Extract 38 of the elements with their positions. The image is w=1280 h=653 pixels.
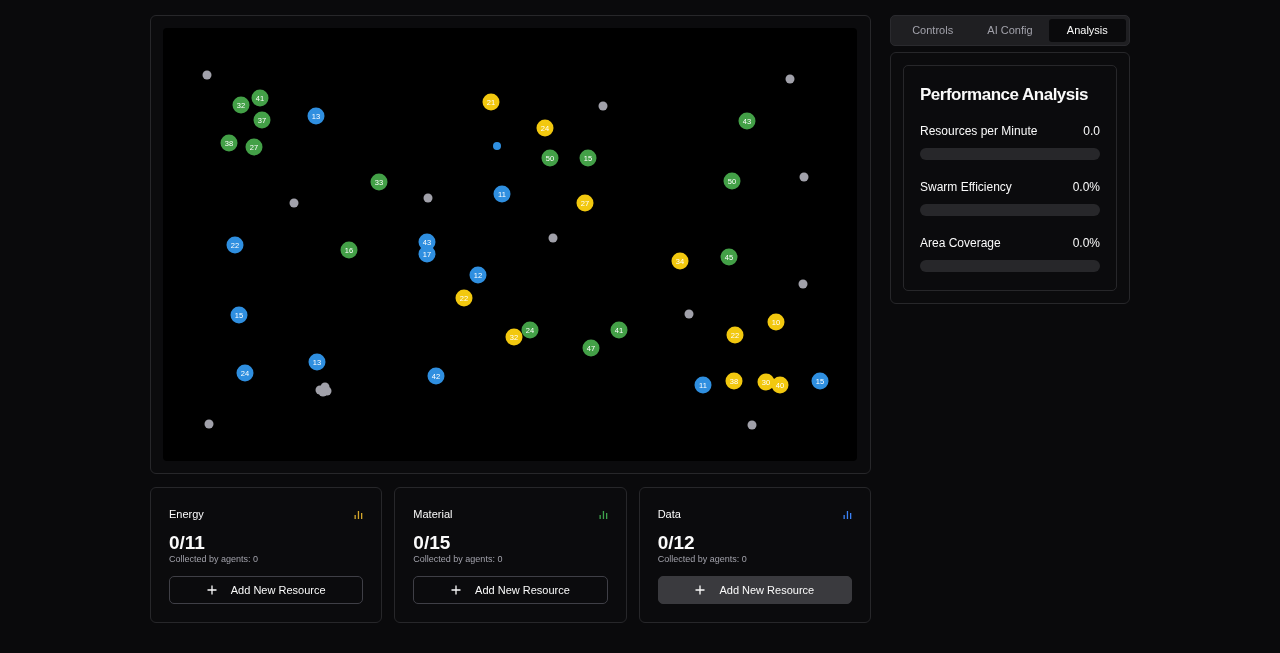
add-resource-button[interactable]: Add New Resource [413,575,608,604]
agent-dot [785,74,795,84]
agent-dot [204,419,214,429]
metric-value: 0.0% [1072,178,1100,196]
agent-dot [548,233,558,243]
agent-cluster [315,382,332,397]
agent-dot [684,309,694,319]
plus-icon [451,584,462,595]
panel-title: Performance Analysis [920,84,1089,106]
tab[interactable]: Controls [894,19,972,42]
agent-dot [799,172,809,182]
metric-label: Area Coverage [920,234,1001,252]
add-resource-button[interactable]: Add New Resource [169,575,364,604]
agent-dot [598,101,608,111]
metric-label: Swarm Efficiency [920,178,1012,196]
collected-text: Collected by agents: 0 [169,553,260,567]
metric-value: 0.0 [1083,122,1100,140]
collected-text: Collected by agents: 0 [657,553,748,567]
resource-count: 0/15 [413,532,452,554]
resource-name: Data [657,507,681,522]
agent-dot [798,279,808,289]
agent-dot [289,198,299,208]
plus-icon [206,584,217,595]
tab[interactable]: Analysis [1048,19,1126,42]
plus-icon [695,584,706,595]
agent-dot [747,420,757,430]
resource-name: Material [413,507,453,522]
resource-count: 0/12 [657,532,696,554]
collected-text: Collected by agents: 0 [413,553,504,567]
add-resource-button[interactable]: Add New Resource [657,575,852,604]
data-resource [493,142,501,150]
resource-count: 0/11 [169,532,206,554]
metric-label: Resources per Minute [920,122,1038,140]
tab[interactable]: AI Config [971,19,1049,42]
agent-dot [423,193,433,203]
agent-dot [202,70,212,80]
resource-name: Energy [169,507,204,522]
metric-value: 0.0% [1072,234,1100,252]
